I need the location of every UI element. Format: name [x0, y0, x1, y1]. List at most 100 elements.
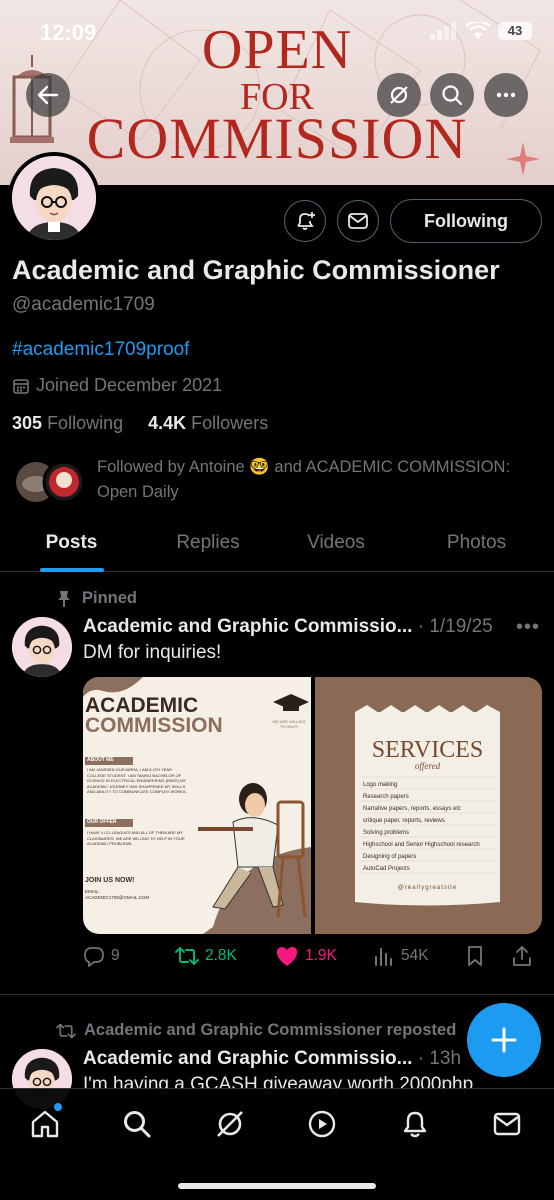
service-item: Highschool and Senior Highschool researc…	[363, 842, 480, 848]
following-label: Following	[47, 413, 124, 433]
views-action[interactable]: 54K	[373, 945, 465, 967]
wifi-icon	[466, 22, 490, 39]
media-title-commission: COMMISSION	[85, 714, 223, 737]
nav-notifications[interactable]	[398, 1107, 432, 1141]
repost-icon	[175, 947, 199, 965]
post-more-button[interactable]: •••	[516, 616, 540, 639]
like-count: 1.9K	[305, 947, 337, 964]
service-item: Narrative papers, reports, essays etc	[363, 806, 462, 812]
share-icon	[513, 946, 531, 966]
reposted-text: Academic and Graphic Commissioner repost…	[84, 1021, 457, 1039]
video-icon	[308, 1110, 336, 1138]
notify-button[interactable]	[284, 200, 326, 242]
more-icon	[496, 92, 516, 98]
nav-search[interactable]	[120, 1107, 154, 1141]
banner-line-commission: COMMISSION	[86, 106, 468, 171]
following-link[interactable]: 305 Following	[12, 413, 123, 433]
search-icon	[124, 1111, 151, 1138]
search-icon	[442, 85, 463, 106]
avatar-illustration	[12, 617, 72, 677]
media-image-services[interactable]: SERVICES offered Logo making Research pa…	[315, 677, 542, 934]
joined-text: Joined December 2021	[36, 375, 223, 395]
nav-home[interactable]	[28, 1107, 62, 1141]
post-author-avatar[interactable]	[12, 617, 72, 677]
home-indicator-bar	[178, 1183, 376, 1189]
post-date[interactable]: · 1/19/25	[418, 616, 493, 637]
repost-icon	[56, 1023, 76, 1038]
following-button[interactable]: Following	[390, 199, 542, 243]
service-item: Designing of papers	[363, 854, 417, 860]
bell-plus-icon	[297, 212, 315, 230]
media-willing-text: WE ARE WILLING TO HELP!	[272, 719, 306, 729]
grok-button[interactable]	[377, 73, 421, 117]
post-divider	[0, 994, 554, 995]
service-item: Logo making	[363, 782, 398, 788]
service-item: Solving problems	[363, 830, 410, 836]
views-icon	[375, 948, 392, 966]
post-media[interactable]: ACADEMIC COMMISSION WE ARE WILLING TO HE…	[83, 677, 542, 934]
repost-action[interactable]: 2.8K	[175, 945, 275, 967]
media-title-academic: ACADEMIC	[85, 694, 199, 717]
nav-messages[interactable]	[490, 1107, 524, 1141]
followers-link[interactable]: 4.4K Followers	[148, 413, 268, 433]
pin-icon	[58, 590, 70, 607]
follow-counts: 305 Following 4.4K Followers	[12, 413, 268, 434]
like-action[interactable]: 1.9K	[275, 945, 373, 967]
reposted-indicator: Academic and Graphic Commissioner repost…	[56, 1021, 456, 1040]
reply-action[interactable]: 9	[83, 945, 175, 967]
back-button[interactable]	[26, 73, 70, 117]
active-tab-indicator	[40, 568, 104, 572]
post-date[interactable]: · 13h	[418, 1048, 461, 1069]
service-item: critique paper, reports, reviews	[363, 818, 445, 824]
back-arrow-icon	[37, 85, 59, 105]
bookmark-action[interactable]	[465, 945, 511, 967]
heart-icon	[277, 947, 297, 966]
post-text: DM for inquiries!	[83, 642, 222, 663]
search-button[interactable]	[430, 73, 474, 117]
status-time: 12:09	[40, 20, 97, 45]
profile-avatar[interactable]	[8, 152, 100, 244]
media-services-title: SERVICES	[371, 737, 484, 763]
nav-grok[interactable]	[213, 1107, 247, 1141]
tab-photos[interactable]: Photos	[399, 520, 554, 571]
joined-date: Joined December 2021	[12, 375, 222, 396]
repost-count: 2.8K	[205, 947, 237, 964]
service-item: Research papers	[363, 794, 409, 800]
plus-icon	[491, 1027, 517, 1053]
avatar-illustration	[12, 156, 96, 240]
media-services-subtitle: offered	[414, 761, 441, 771]
mail-icon	[493, 1112, 521, 1136]
tab-posts[interactable]: Posts	[0, 520, 143, 571]
media-about-text: I AM JANSSEN GUEVARRA, I AM A 4TH YEAR C…	[87, 767, 187, 794]
media-services-list: Logo making Research papers Narrative pa…	[363, 779, 503, 875]
followers-label: Followers	[191, 413, 269, 433]
pinned-label-row: Pinned	[56, 589, 137, 608]
home-icon	[31, 1110, 59, 1138]
followed-by-avatars[interactable]	[14, 460, 90, 504]
profile-handle: @academic1709	[12, 294, 155, 315]
followed-by-text[interactable]: Followed by Antoine 🤓 and ACADEMIC COMMI…	[97, 455, 537, 505]
share-action[interactable]	[511, 945, 533, 967]
media-services-footer: @reallygreatsite	[397, 885, 458, 891]
tab-replies[interactable]: Replies	[143, 520, 273, 571]
nav-video[interactable]	[305, 1107, 339, 1141]
compose-post-button[interactable]	[467, 1003, 541, 1077]
message-button[interactable]	[337, 200, 379, 242]
media-email-label: EMAIL:	[85, 889, 100, 894]
mail-icon	[348, 213, 368, 229]
media-offer-text: I HAVE 4 CO-LEAGUES AND ALL OF THEM ARE …	[87, 830, 185, 846]
bio-hashtag-link[interactable]: #academic1709proof	[12, 339, 189, 361]
profile-tabs: Posts Replies Videos Photos	[0, 520, 554, 572]
tab-videos[interactable]: Videos	[273, 520, 399, 571]
views-count: 54K	[401, 947, 429, 964]
grok-icon	[390, 86, 408, 104]
profile-name: Academic and Graphic Commissioner	[12, 255, 500, 285]
post-author-name[interactable]: Academic and Graphic Commissio...	[83, 616, 412, 637]
notifications-icon	[403, 1111, 427, 1138]
media-image-academic-commission[interactable]: ACADEMIC COMMISSION WE ARE WILLING TO HE…	[83, 677, 311, 934]
home-notification-dot	[54, 1103, 62, 1111]
status-bar: 12:09 43	[0, 0, 554, 60]
media-about-label: ABOUT ME	[87, 757, 114, 763]
post-author-name[interactable]: Academic and Graphic Commissio...	[83, 1048, 412, 1069]
more-options-button[interactable]	[484, 73, 528, 117]
